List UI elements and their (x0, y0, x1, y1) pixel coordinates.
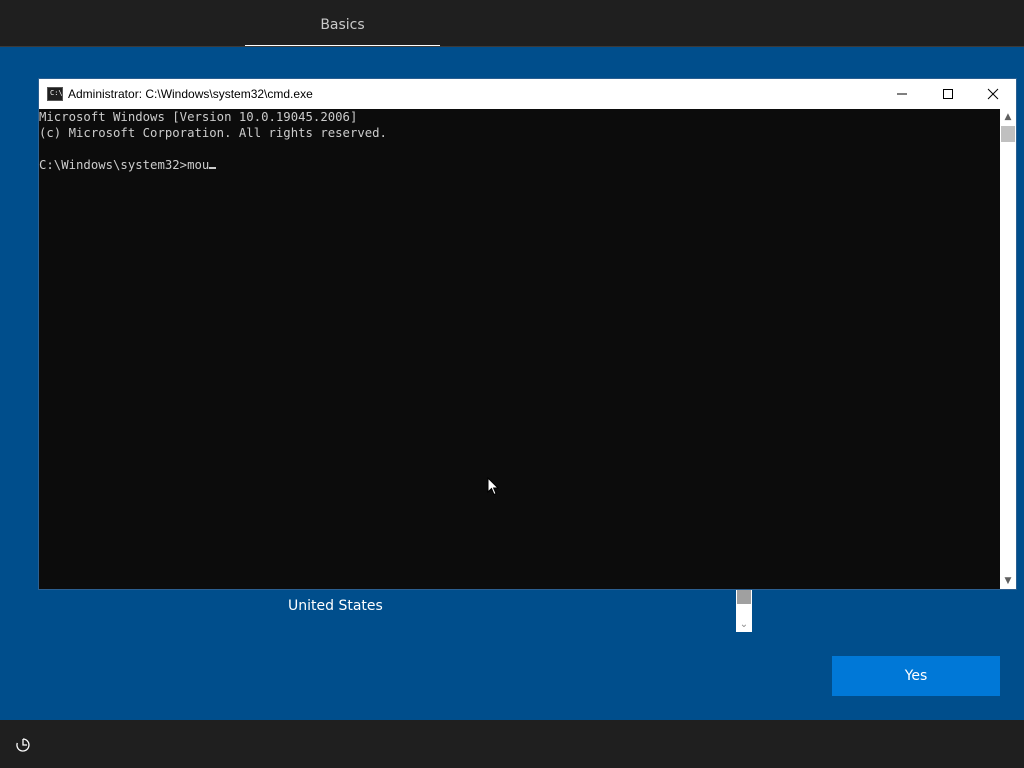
country-list-scrollbar[interactable]: ⌄ (736, 590, 752, 632)
console-prompt-text: C:\Windows\system32>mou (39, 158, 210, 172)
cmd-title-bar[interactable]: C:\ Administrator: C:\Windows\system32\c… (39, 79, 1016, 109)
cmd-window[interactable]: C:\ Administrator: C:\Windows\system32\c… (39, 79, 1016, 589)
yes-button[interactable]: Yes (832, 656, 1000, 696)
chevron-down-icon[interactable]: ⌄ (736, 618, 752, 632)
text-cursor (209, 167, 217, 169)
cmd-window-title: Administrator: C:\Windows\system32\cmd.e… (68, 87, 313, 101)
cmd-scroll-thumb[interactable] (1001, 126, 1015, 142)
top-bar: Basics (0, 0, 1024, 47)
mouse-pointer-icon (487, 477, 499, 496)
chevron-down-icon[interactable]: ▼ (1000, 573, 1016, 589)
maximize-button[interactable] (925, 79, 971, 109)
close-button[interactable] (970, 79, 1016, 109)
tab-basics[interactable]: Basics (245, 0, 440, 46)
country-list-scroll-thumb[interactable] (737, 590, 751, 604)
console-line: Microsoft Windows [Version 10.0.19045.20… (39, 110, 358, 124)
maximize-icon (943, 89, 953, 99)
top-bar-divider (0, 46, 1024, 47)
ease-of-access-icon[interactable] (14, 736, 32, 754)
console-output[interactable]: Microsoft Windows [Version 10.0.19045.20… (39, 109, 1000, 589)
bottom-bar (0, 720, 1024, 768)
console-prompt-line[interactable]: C:\Windows\system32>mou (39, 157, 1000, 173)
cmd-app-icon-text: C:\ (50, 89, 63, 97)
cmd-vertical-scrollbar[interactable]: ▲ ▼ (1000, 109, 1016, 589)
cmd-app-icon[interactable]: C:\ (47, 87, 63, 101)
minimize-button[interactable] (879, 79, 925, 109)
chevron-up-icon[interactable]: ▲ (1000, 109, 1016, 125)
console-line: (c) Microsoft Corporation. All rights re… (39, 126, 387, 140)
close-icon (987, 88, 999, 100)
minimize-icon (897, 93, 907, 95)
country-list-selected-item[interactable]: United States (288, 598, 383, 614)
